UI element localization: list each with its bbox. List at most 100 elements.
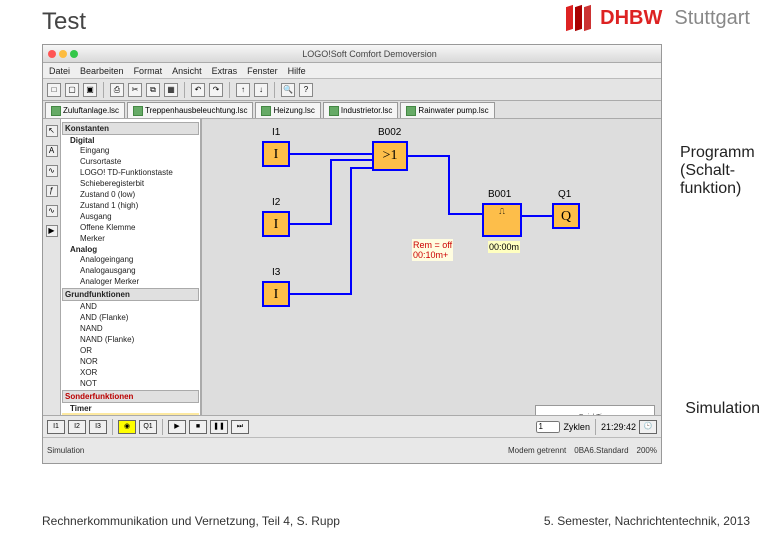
titlebar: LOGO!Soft Comfort Demoversion: [43, 45, 661, 63]
block-input-i1[interactable]: I: [262, 141, 290, 167]
menu-hilfe[interactable]: Hilfe: [288, 66, 306, 76]
tree-item[interactable]: Zustand 0 (low): [62, 189, 199, 200]
new-icon[interactable]: □: [47, 83, 61, 97]
help-icon[interactable]: ?: [299, 83, 313, 97]
document-tabs: Zuluftanlage.lsc Treppenhausbeleuchtung.…: [43, 101, 661, 119]
block-label-b002: B002: [378, 127, 401, 138]
copy-icon[interactable]: ⧉: [146, 83, 160, 97]
menu-extras[interactable]: Extras: [212, 66, 238, 76]
block-label-i3: I3: [272, 267, 280, 278]
wire: [290, 223, 330, 225]
wire: [330, 159, 332, 225]
block-input-i3[interactable]: I: [262, 281, 290, 307]
sim-play-icon[interactable]: ▶: [168, 420, 186, 434]
tree-item[interactable]: Analoger Merker: [62, 276, 199, 287]
zoom-tool-icon[interactable]: 🔍: [281, 83, 295, 97]
zoom-status[interactable]: 200%: [637, 446, 657, 455]
tree-item[interactable]: XOR: [62, 367, 199, 378]
block-tree[interactable]: Konstanten Digital Eingang Cursortaste L…: [61, 119, 201, 439]
tree-item[interactable]: Offene Klemme: [62, 222, 199, 233]
download-icon[interactable]: ↓: [254, 83, 268, 97]
simulate-icon[interactable]: ▶: [46, 225, 58, 237]
tree-item[interactable]: AND: [62, 301, 199, 312]
block-label-b001: B001: [488, 189, 511, 200]
pointer-icon[interactable]: ↖: [46, 125, 58, 137]
bottom-statusbar: Simulation Modem getrennt 0BA6.Standard …: [43, 438, 661, 462]
diagram-canvas[interactable]: I1 I2 I3 B002 B001 Q1 I I I >1 ⎍ Q: [201, 119, 661, 439]
tree-root-sonder[interactable]: Sonderfunktionen: [62, 390, 199, 403]
sim-input-i2[interactable]: I2: [68, 420, 86, 434]
menu-ansicht[interactable]: Ansicht: [172, 66, 202, 76]
wire: [522, 215, 552, 217]
sim-stop-icon[interactable]: ■: [189, 420, 207, 434]
menu-fenster[interactable]: Fenster: [247, 66, 278, 76]
window-controls[interactable]: [48, 50, 78, 58]
block-input-i2[interactable]: I: [262, 211, 290, 237]
annotation-programm: Programm (Schalt-funktion): [680, 144, 760, 198]
simulation-toolbar: I1 I2 I3 ◉ Q1 ▶ ■ ❚❚ ⏭ Zyklen 21:29:42 🕒: [43, 416, 661, 438]
sim-pause-icon[interactable]: ❚❚: [210, 420, 228, 434]
tab-treppenhaus[interactable]: Treppenhausbeleuchtung.lsc: [127, 102, 253, 118]
paste-icon[interactable]: ▦: [164, 83, 178, 97]
clock-icon[interactable]: 🕒: [639, 420, 657, 434]
sim-input-i1[interactable]: I1: [47, 420, 65, 434]
tree-item[interactable]: NOR: [62, 356, 199, 367]
tab-heizung[interactable]: Heizung.lsc: [255, 102, 320, 118]
tab-industrietor[interactable]: Industrietor.lsc: [323, 102, 399, 118]
connector-icon[interactable]: ∿: [46, 165, 58, 177]
cut-icon[interactable]: ✂: [128, 83, 142, 97]
function-icon[interactable]: ƒ: [46, 185, 58, 197]
tree-item[interactable]: AND (Flanke): [62, 312, 199, 323]
sim-input-i3[interactable]: I3: [89, 420, 107, 434]
tree-root-konstanten[interactable]: Konstanten: [62, 122, 199, 135]
text-icon[interactable]: A: [46, 145, 58, 157]
cycles-input[interactable]: [536, 421, 560, 433]
tree-item[interactable]: Schieberegisterbit: [62, 178, 199, 189]
tree-item[interactable]: Zustand 1 (high): [62, 200, 199, 211]
param-note: Rem = off 00:10m+: [412, 239, 453, 261]
separator: [103, 82, 104, 98]
tree-root-grundfunktionen[interactable]: Grundfunktionen: [62, 288, 199, 301]
open-icon[interactable]: ▢: [65, 83, 79, 97]
tree-item[interactable]: OR: [62, 345, 199, 356]
save-icon[interactable]: ▣: [83, 83, 97, 97]
tree-item[interactable]: Cursortaste: [62, 156, 199, 167]
tree-item[interactable]: Eingang: [62, 145, 199, 156]
tree-item[interactable]: LOGO! TD-Funktionstaste: [62, 167, 199, 178]
menu-bearbeiten[interactable]: Bearbeiten: [80, 66, 124, 76]
redo-icon[interactable]: ↷: [209, 83, 223, 97]
vertical-toolbox: ↖ A ∿ ƒ ∿ ▶: [43, 119, 61, 439]
minimize-icon[interactable]: [59, 50, 67, 58]
status-tab-simulation[interactable]: Simulation: [47, 446, 84, 455]
zoom-icon[interactable]: [70, 50, 78, 58]
block-or-gate[interactable]: >1: [372, 141, 408, 171]
tab-rainwater[interactable]: Rainwater pump.lsc: [400, 102, 494, 118]
tree-item[interactable]: NAND: [62, 323, 199, 334]
tree-item[interactable]: Analogeingang: [62, 254, 199, 265]
dhbw-logo-icon: [566, 6, 594, 30]
menu-format[interactable]: Format: [134, 66, 163, 76]
undo-icon[interactable]: ↶: [191, 83, 205, 97]
tree-item[interactable]: NAND (Flanke): [62, 334, 199, 345]
analog-icon[interactable]: ∿: [46, 205, 58, 217]
footer-right: 5. Semester, Nachrichtentechnik, 2013: [544, 514, 750, 528]
tree-item[interactable]: Analogausgang: [62, 265, 199, 276]
print-icon[interactable]: ⎙: [110, 83, 124, 97]
block-timer[interactable]: ⎍: [482, 203, 522, 237]
separator: [274, 82, 275, 98]
cycles-label: Zyklen: [563, 422, 590, 432]
menubar[interactable]: Datei Bearbeiten Format Ansicht Extras F…: [43, 63, 661, 79]
menu-datei[interactable]: Datei: [49, 66, 70, 76]
tree-group-timer[interactable]: Timer: [62, 403, 199, 413]
tree-item[interactable]: Merker: [62, 233, 199, 244]
tree-item[interactable]: NOT: [62, 378, 199, 389]
tree-group-digital[interactable]: Digital: [62, 135, 199, 145]
tree-group-analog[interactable]: Analog: [62, 244, 199, 254]
sim-step-icon[interactable]: ⏭: [231, 420, 249, 434]
tree-item[interactable]: Ausgang: [62, 211, 199, 222]
block-output-q1[interactable]: Q: [552, 203, 580, 229]
close-icon[interactable]: [48, 50, 56, 58]
tab-zuluftanlage[interactable]: Zuluftanlage.lsc: [45, 102, 125, 118]
upload-icon[interactable]: ↑: [236, 83, 250, 97]
footer-left: Rechnerkommunikation und Vernetzung, Tei…: [42, 514, 340, 528]
